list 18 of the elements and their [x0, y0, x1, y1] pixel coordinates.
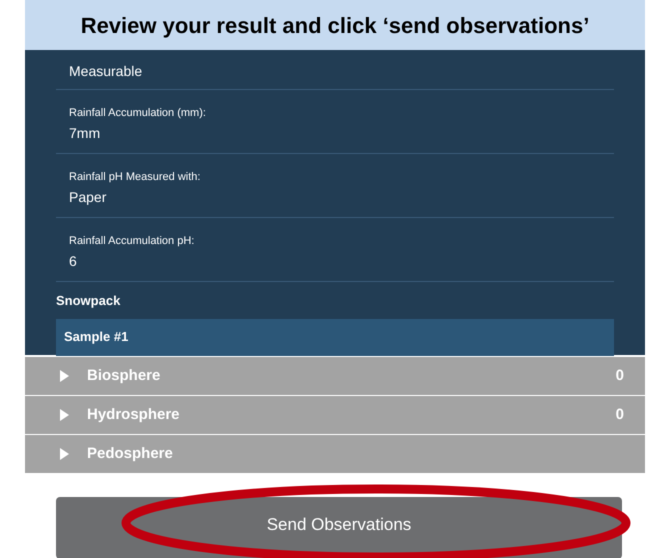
category-count: 0: [616, 366, 624, 386]
field-value: 6: [69, 252, 78, 271]
field-value: Paper: [69, 188, 108, 207]
field-value: 7mm: [69, 124, 102, 143]
category-row[interactable]: Biosphere 0: [25, 357, 645, 395]
section-heading: Snowpack: [56, 292, 122, 310]
category-count: 0: [616, 404, 624, 425]
sample-item[interactable]: Sample #1: [56, 318, 614, 356]
category-name: Biosphere: [87, 366, 162, 386]
category-row[interactable]: Pedosphere: [25, 435, 645, 473]
category-name: Hydrosphere: [87, 404, 181, 425]
category-name: Pedosphere: [87, 444, 174, 464]
field-label: Rainfall pH Measured with:: [69, 170, 202, 184]
category-row[interactable]: Hydrosphere 0: [25, 396, 645, 434]
field-label: Rainfall Accumulation pH:: [69, 234, 196, 248]
banner-title: Review your result and click ‘send observations’: [80, 12, 590, 40]
field-label: Rainfall Accumulation (mm):: [69, 106, 207, 120]
field-value: Measurable: [69, 62, 144, 81]
